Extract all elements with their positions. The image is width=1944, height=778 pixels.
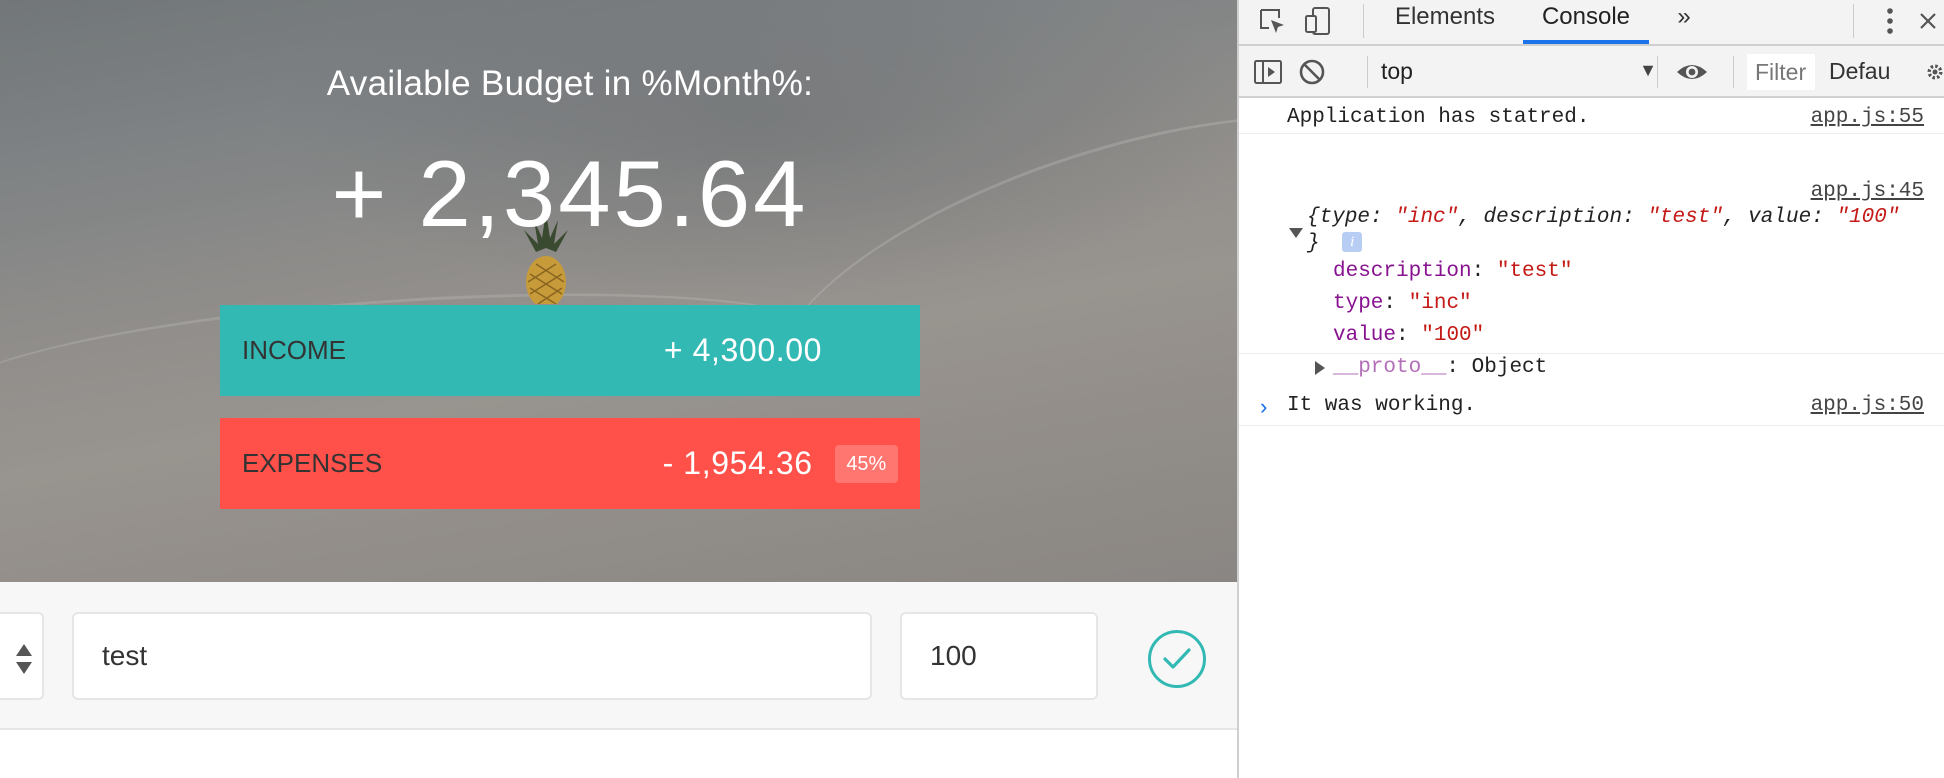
budget-app: Available Budget in %Month%: + 2,345.64 … xyxy=(0,0,1238,778)
console-output: Application has statred. app.js:55 app.j… xyxy=(1239,98,1944,426)
devtools-panel: Elements Console » top ▼ Filter Defau Ap… xyxy=(1239,0,1944,778)
collapse-triangle-icon[interactable] xyxy=(1289,228,1303,238)
console-message: It was working. app.js:50 xyxy=(1239,388,1944,426)
clear-console-button[interactable] xyxy=(1295,55,1329,89)
object-summary-close: } i xyxy=(1307,232,1363,255)
tab-console[interactable]: Console xyxy=(1523,0,1649,44)
log-levels-dropdown[interactable]: Defau xyxy=(1829,58,1890,85)
filter-input[interactable]: Filter xyxy=(1747,54,1815,90)
console-source-link[interactable]: app.js:55 xyxy=(1811,106,1924,129)
device-icon xyxy=(1305,7,1330,35)
toolbar-separator xyxy=(1657,56,1658,88)
inspect-element-button[interactable] xyxy=(1253,4,1291,38)
income-value: + 4,300.00 xyxy=(663,332,822,368)
toolbar-separator xyxy=(1363,4,1364,38)
amount-input[interactable] xyxy=(900,612,1098,700)
console-prompt[interactable]: › xyxy=(1257,396,1270,421)
console-object-message: app.js:45 {type: "inc", description: "te… xyxy=(1239,134,1944,379)
console-settings-button[interactable] xyxy=(1925,55,1944,89)
devtools-menu-button[interactable] xyxy=(1871,4,1909,38)
object-proto[interactable]: __proto__: Object xyxy=(1333,356,1547,379)
object-property: description: "test" xyxy=(1333,260,1573,283)
console-toolbar: top ▼ Filter Defau xyxy=(1239,46,1944,98)
expenses-value: - 1,954.36 xyxy=(662,445,813,481)
expenses-summary: EXPENSES - 1,954.36 45% xyxy=(220,418,920,509)
income-label: INCOME xyxy=(242,335,346,365)
console-message: Application has statred. app.js:55 xyxy=(1239,98,1944,134)
inspect-icon xyxy=(1260,9,1284,33)
show-sidebar-button[interactable] xyxy=(1251,55,1285,89)
console-source-link[interactable]: app.js:45 xyxy=(1811,180,1924,203)
caret-down-icon: ▼ xyxy=(1639,60,1657,80)
console-message-text: Application has statred. xyxy=(1287,106,1590,129)
kebab-icon xyxy=(1887,8,1893,34)
info-icon[interactable]: i xyxy=(1342,232,1363,253)
object-summary[interactable]: {type: "inc", description: "test", value… xyxy=(1307,206,1899,229)
clear-icon xyxy=(1299,59,1325,85)
budget-value: + 2,345.64 xyxy=(331,141,809,246)
checkmark-icon xyxy=(1163,648,1191,669)
eye-icon xyxy=(1677,65,1707,79)
more-tabs-button[interactable]: » xyxy=(1669,0,1699,44)
description-input[interactable] xyxy=(72,612,872,700)
budget-header: Available Budget in %Month%: + 2,345.64 … xyxy=(0,0,1238,582)
gear-icon xyxy=(1927,64,1943,80)
expenses-label: EXPENSES xyxy=(242,448,383,478)
toolbar-separator xyxy=(1733,56,1734,88)
sort-arrows-icon xyxy=(16,644,32,674)
tab-elements[interactable]: Elements xyxy=(1383,0,1507,44)
devtools-tabbar: Elements Console » xyxy=(1239,0,1944,46)
toolbar-separator xyxy=(1367,56,1368,88)
object-property: value: "100" xyxy=(1333,324,1485,347)
close-devtools-button[interactable] xyxy=(1915,4,1941,38)
toolbar-separator xyxy=(1853,4,1854,38)
expenses-percentage-badge: 45% xyxy=(834,444,898,483)
expand-triangle-icon[interactable] xyxy=(1315,361,1325,375)
close-icon xyxy=(1920,13,1936,29)
sidebar-icon xyxy=(1254,60,1282,84)
live-expression-button[interactable] xyxy=(1675,55,1709,89)
add-button[interactable] xyxy=(1148,630,1206,688)
console-message-text: It was working. xyxy=(1287,394,1477,417)
console-source-link[interactable]: app.js:50 xyxy=(1811,394,1924,417)
context-selector[interactable]: top ▼ xyxy=(1381,58,1657,88)
add-item-bar xyxy=(0,582,1238,730)
budget-title: Available Budget in %Month%: xyxy=(326,64,814,103)
device-toolbar-button[interactable] xyxy=(1299,4,1337,38)
income-summary: INCOME + 4,300.00 xyxy=(220,305,920,396)
type-select[interactable] xyxy=(0,612,44,700)
object-property: type: "inc" xyxy=(1333,292,1472,315)
context-label: top xyxy=(1381,58,1413,84)
